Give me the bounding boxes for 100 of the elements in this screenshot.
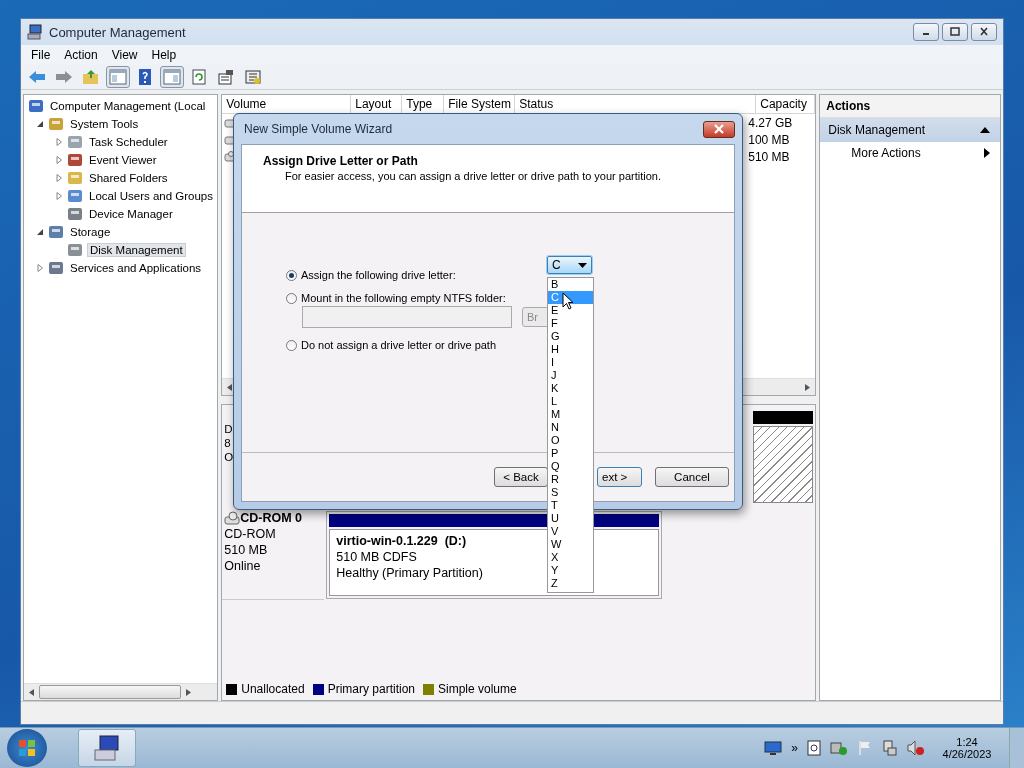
drive-letter-option[interactable]: L — [548, 395, 593, 408]
tree-item[interactable]: Shared Folders — [87, 172, 170, 184]
column-header[interactable]: Capacity — [756, 95, 816, 113]
drive-letter-option[interactable]: Y — [548, 564, 593, 577]
mouse-pointer-icon — [562, 292, 574, 310]
radio-option[interactable]: Mount in the following empty NTFS folder: — [286, 292, 506, 304]
drive-letter-option[interactable]: V — [548, 525, 593, 538]
partition-info: 510 MB CDFS — [336, 550, 417, 564]
drive-letter-option[interactable]: T — [548, 499, 593, 512]
tools-icon — [48, 116, 64, 132]
clock-date: 4/26/2023 — [942, 748, 992, 760]
legend-label: Primary partition — [327, 682, 415, 696]
tree-item[interactable]: Task Scheduler — [87, 136, 170, 148]
tree-item[interactable]: Local Users and Groups — [87, 190, 215, 202]
menu-item[interactable]: Help — [151, 48, 177, 62]
next-button[interactable]: ext > — [597, 467, 642, 487]
partition-title: virtio-win-0.1.229 (D:) — [336, 534, 467, 548]
show-hidden-icons-button[interactable]: » — [791, 741, 798, 755]
scroll-right-icon[interactable] — [805, 383, 811, 391]
log-icon — [67, 152, 83, 168]
drive-letter-option[interactable]: K — [548, 382, 593, 395]
drive-letter-dropdown[interactable]: C — [547, 256, 592, 274]
disk-info: CD-ROM — [224, 527, 276, 541]
expand-arrow-icon[interactable] — [55, 156, 63, 164]
drive-letter-option[interactable]: G — [548, 330, 593, 343]
start-button[interactable] — [7, 729, 47, 767]
legend-label: Simple volume — [438, 682, 517, 696]
dropdown-arrow-icon — [578, 262, 587, 268]
speaker-muted-icon[interactable] — [907, 740, 925, 756]
expand-arrow-icon[interactable] — [55, 174, 63, 182]
back-button[interactable]: < Back — [494, 467, 548, 487]
taskbar-button[interactable] — [78, 729, 136, 767]
tree-item[interactable]: Disk Management — [87, 243, 186, 257]
radio-option[interactable]: Assign the following drive letter: — [286, 269, 456, 281]
drive-letter-option[interactable]: O — [548, 434, 593, 447]
drive-letter-option[interactable]: B — [548, 278, 593, 291]
collapse-icon[interactable] — [980, 127, 990, 133]
drive-letter-option[interactable]: N — [548, 421, 593, 434]
collapse-arrow-icon[interactable] — [36, 120, 44, 128]
minimize-button[interactable] — [913, 23, 939, 41]
drive-icon — [224, 116, 234, 129]
close-button[interactable] — [971, 23, 997, 41]
tree-item[interactable]: Device Manager — [87, 208, 175, 220]
help-icon — [136, 69, 154, 85]
wizard-heading: Assign Drive Letter or Path — [263, 154, 419, 168]
tree-item[interactable]: Event Viewer — [87, 154, 159, 166]
close-button[interactable] — [703, 120, 735, 138]
menu-item[interactable]: Action — [64, 48, 98, 62]
drive-letter-option[interactable]: M — [548, 408, 593, 421]
scroll-thumb[interactable] — [39, 685, 181, 699]
cancel-button[interactable]: Cancel — [655, 467, 729, 487]
radio-option[interactable]: Do not assign a drive letter or drive path — [286, 339, 497, 351]
refresh-icon — [190, 69, 208, 85]
drive-letter-option[interactable]: Q — [548, 460, 593, 473]
collapse-arrow-icon[interactable] — [36, 228, 44, 236]
drive-letter-option[interactable]: X — [548, 551, 593, 564]
drive-letter-option[interactable]: P — [548, 447, 593, 460]
drive-letter-option[interactable]: U — [548, 512, 593, 525]
scroll-right-icon[interactable] — [186, 688, 191, 696]
maximize-button[interactable] — [942, 23, 968, 41]
scroll-left-icon[interactable] — [29, 688, 34, 696]
drive-letter-option[interactable]: W — [548, 538, 593, 551]
tree-item[interactable]: Storage — [68, 226, 113, 238]
legend-label: Unallocated — [241, 682, 305, 696]
drive-letter-option[interactable]: Z — [548, 577, 593, 590]
expand-arrow-icon[interactable] — [55, 138, 63, 146]
drive-letter-option[interactable]: H — [548, 343, 593, 356]
disk-info: D — [224, 423, 233, 435]
shield-check-icon[interactable] — [830, 740, 848, 756]
disk-info: Online — [224, 559, 261, 573]
folder-path-field[interactable] — [302, 306, 512, 328]
pane-icon — [163, 69, 181, 85]
document-icon[interactable] — [807, 740, 821, 756]
computer-icon — [28, 98, 44, 114]
device-icon — [67, 206, 83, 222]
menu-item[interactable]: File — [31, 48, 51, 62]
monitor-icon[interactable] — [764, 740, 783, 756]
actions-section[interactable]: Disk Management — [820, 118, 1000, 142]
drive-letter-option[interactable]: J — [548, 369, 593, 382]
expand-arrow-icon[interactable] — [36, 264, 44, 272]
menu-item[interactable]: View — [111, 48, 138, 62]
folder-icon — [67, 170, 83, 186]
users-icon — [67, 188, 83, 204]
disk-name: CD-ROM 0 — [240, 511, 303, 525]
tree-item[interactable]: Computer Management (Local — [48, 100, 208, 112]
drive-letter-option[interactable]: I — [548, 356, 593, 369]
clock-time: 1:24 — [956, 736, 978, 748]
tree-item[interactable]: System Tools — [68, 118, 141, 130]
back-icon — [28, 69, 46, 85]
window-title: Computer Management — [49, 24, 186, 40]
properties-icon — [217, 69, 235, 85]
storage-icon — [48, 224, 64, 240]
action-link[interactable]: More Actions — [851, 146, 921, 160]
table-cell-text: 510 MB — [747, 149, 790, 164]
drive-letter-option[interactable]: R — [548, 473, 593, 486]
partition-info: Healthy (Primary Partition) — [336, 566, 483, 580]
tree-item[interactable]: Services and Applications — [68, 262, 204, 274]
network-icon[interactable] — [882, 740, 898, 756]
expand-arrow-icon[interactable] — [55, 192, 63, 200]
drive-letter-option[interactable]: S — [548, 486, 593, 499]
